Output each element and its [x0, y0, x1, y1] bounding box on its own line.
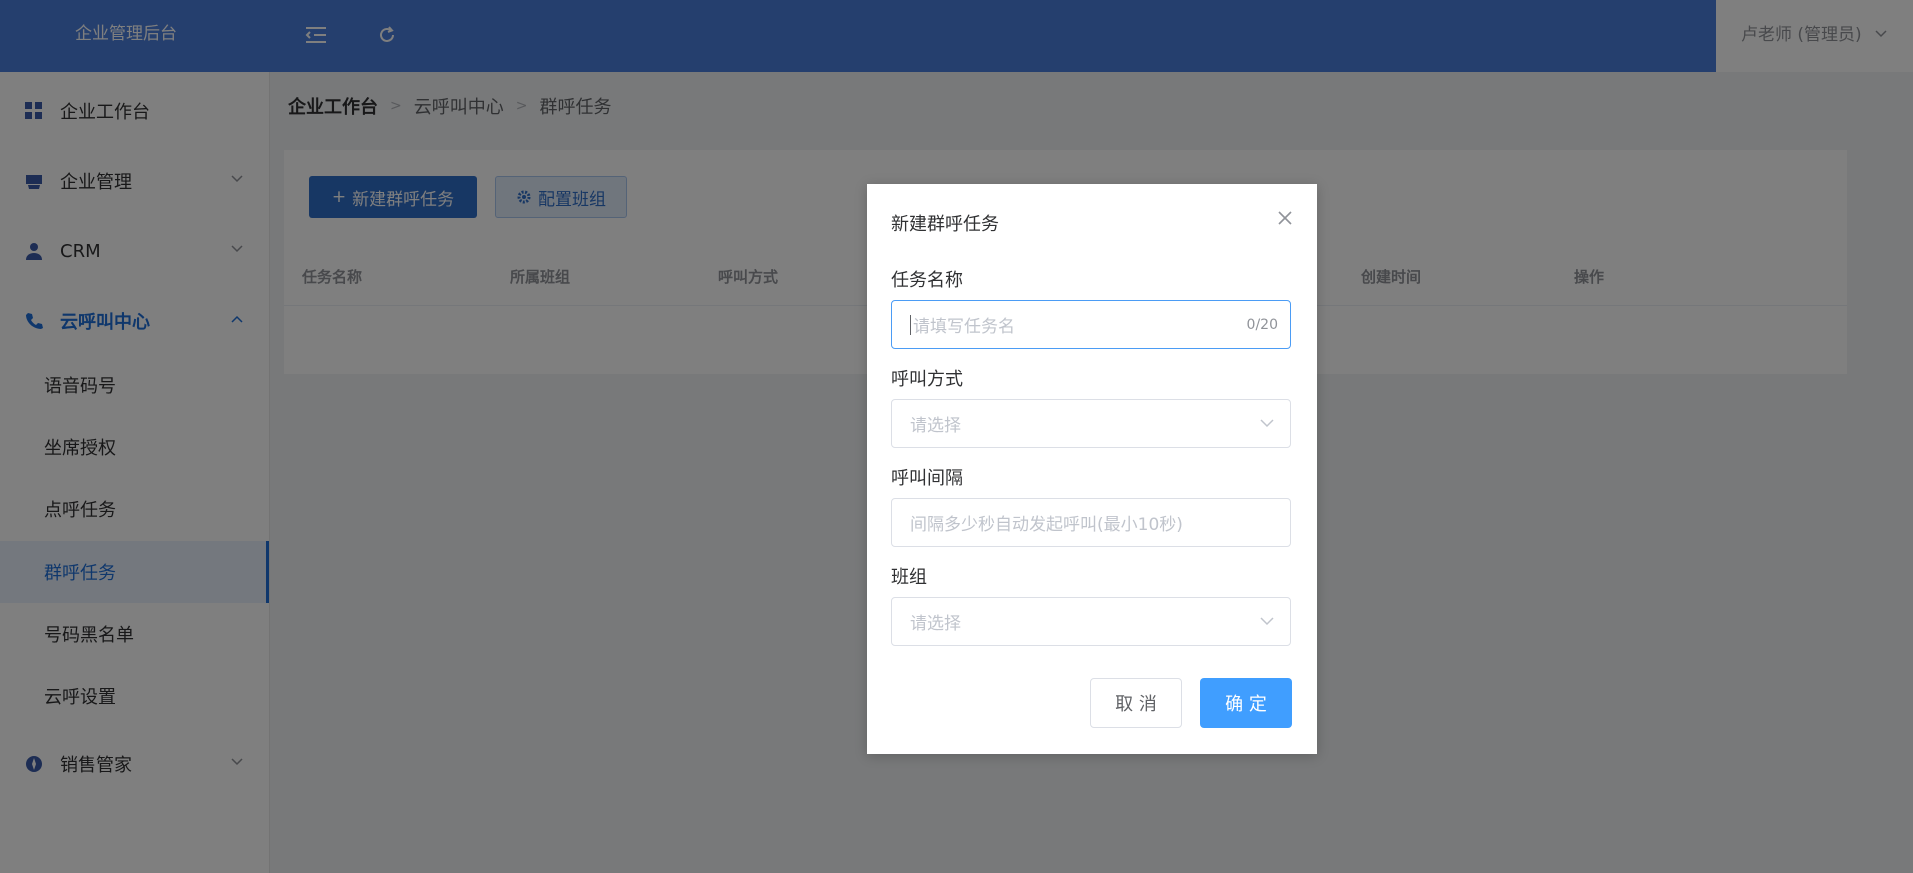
task-name-label: 任务名称 — [891, 270, 963, 291]
call-interval-label: 呼叫间隔 — [891, 468, 963, 489]
call-mode-placeholder: 请选择 — [910, 416, 961, 436]
call-mode-select[interactable]: 请选择 — [891, 399, 1291, 448]
task-name-input[interactable]: 请填写任务名 0/20 — [891, 300, 1291, 349]
new-group-call-dialog: 新建群呼任务 任务名称 请填写任务名 0/20 呼叫方式 请选择 呼叫间隔 间隔… — [867, 184, 1317, 754]
dialog-title: 新建群呼任务 — [891, 214, 999, 235]
group-placeholder: 请选择 — [910, 614, 961, 634]
cancel-button[interactable]: 取 消 — [1090, 678, 1182, 728]
task-name-placeholder: 请填写任务名 — [913, 317, 1015, 337]
group-select[interactable]: 请选择 — [891, 597, 1291, 646]
group-label: 班组 — [891, 567, 927, 588]
close-icon[interactable] — [1277, 210, 1293, 226]
confirm-button[interactable]: 确 定 — [1200, 678, 1292, 728]
chevron-down-icon — [1260, 419, 1274, 428]
char-counter: 0/20 — [1246, 316, 1278, 333]
chevron-down-icon — [1260, 617, 1274, 626]
call-interval-placeholder: 间隔多少秒自动发起呼叫(最小10秒) — [910, 515, 1183, 535]
text-caret — [910, 314, 911, 335]
call-interval-input[interactable]: 间隔多少秒自动发起呼叫(最小10秒) — [891, 498, 1291, 547]
call-mode-label: 呼叫方式 — [891, 369, 963, 390]
